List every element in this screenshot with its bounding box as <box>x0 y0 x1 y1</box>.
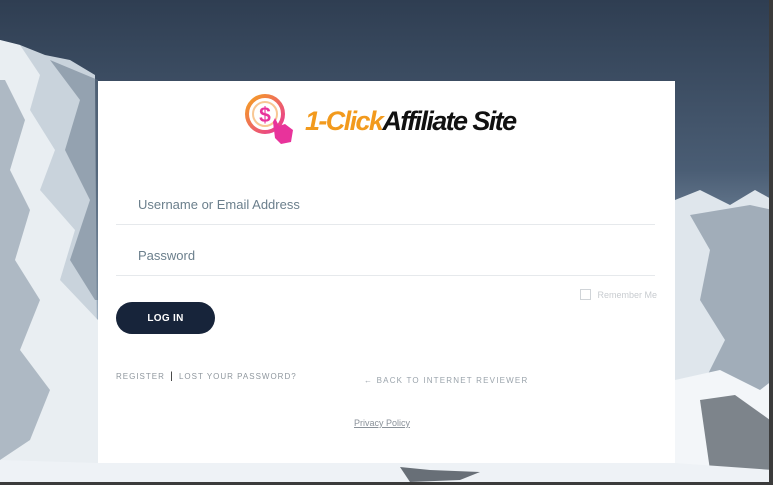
remember-me-checkbox[interactable] <box>580 289 592 300</box>
link-separator: | <box>170 371 174 382</box>
back-to-site-link[interactable]: ← BACK TO INTERNET REVIEWER <box>364 376 528 385</box>
lost-password-link[interactable]: LOST YOUR PASSWORD? <box>179 372 297 381</box>
username-field <box>116 184 655 225</box>
remember-me[interactable]: Remember Me <box>580 289 657 300</box>
svg-text:$: $ <box>259 104 271 127</box>
dollar-click-icon: $ <box>245 94 293 144</box>
account-links: REGISTER | LOST YOUR PASSWORD? <box>116 371 297 382</box>
login-button[interactable]: LOG IN <box>116 302 215 334</box>
username-input[interactable] <box>116 184 655 224</box>
password-field <box>116 235 655 276</box>
window-frame-right <box>769 0 773 485</box>
remember-me-label: Remember Me <box>597 289 657 300</box>
site-logo[interactable]: $ 1-ClickAffiliate Site <box>243 92 533 148</box>
logo-text: 1-ClickAffiliate Site <box>305 106 517 137</box>
login-card: $ 1-ClickAffiliate Site Remember Me LOG … <box>98 81 675 463</box>
register-link[interactable]: REGISTER <box>116 372 165 381</box>
logo-text-orange: 1-Click <box>305 106 384 136</box>
logo-text-black: Affiliate Site <box>382 106 517 136</box>
privacy-policy-link[interactable]: Privacy Policy <box>354 418 410 428</box>
password-input[interactable] <box>116 235 655 275</box>
